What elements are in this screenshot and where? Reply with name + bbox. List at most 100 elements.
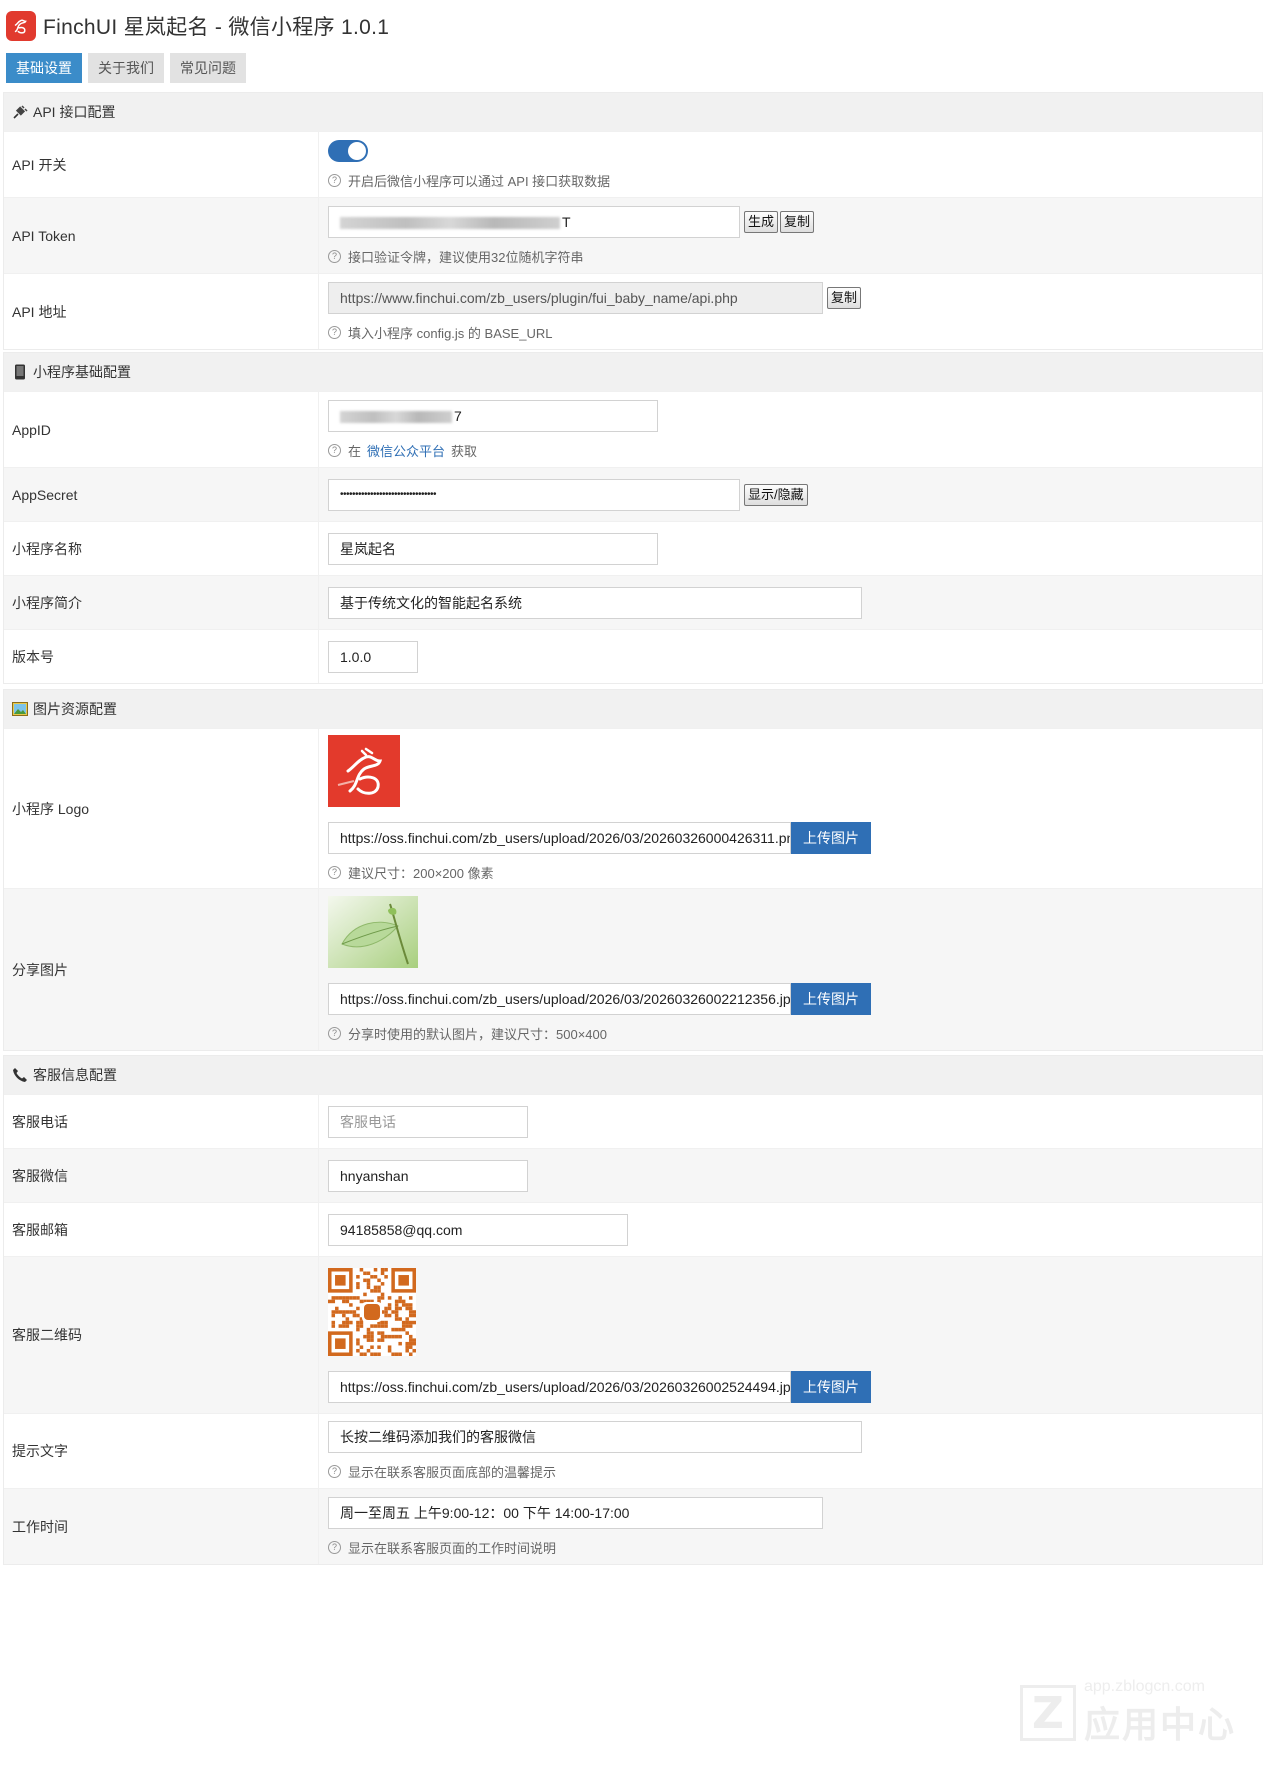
field-label: 版本号	[4, 630, 319, 683]
field-label: 分享图片	[4, 889, 319, 1050]
mp-name-row: 小程序名称 星岚起名	[4, 521, 1262, 575]
share-image-row: 分享图片 https://oss.finchui.com/zb_users/up…	[4, 888, 1262, 1050]
cs-hours-row: 工作时间 周一至周五 上午9:00-12：00 下午 14:00-17:00 ?…	[4, 1488, 1262, 1564]
watermark-site: app.zblogcn.com	[1083, 1678, 1205, 1695]
logo-url-input[interactable]: https://oss.finchui.com/zb_users/upload/…	[328, 822, 791, 854]
tab-bar: 基础设置 关于我们 常见问题	[6, 53, 246, 83]
field-label: 小程序名称	[4, 522, 319, 575]
mp-name-input[interactable]: 星岚起名	[328, 532, 658, 565]
api-url-row: API 地址 https://www.finchui.com/zb_users/…	[4, 273, 1262, 349]
appsecret-row: AppSecret ••••••••••••••••••••••••••••••…	[4, 467, 1262, 521]
cs-tip-input[interactable]: 长按二维码添加我们的客服微信	[328, 1421, 862, 1453]
appid-input[interactable]: 7	[328, 399, 658, 432]
field-hint: ? 显示在联系客服页面的工作时间说明	[328, 1538, 1262, 1557]
help-icon: ?	[328, 1540, 341, 1554]
show-hide-button[interactable]: 显示/隐藏	[744, 483, 808, 506]
field-label: 提示文字	[4, 1414, 319, 1488]
section-header: 图片资源配置	[4, 690, 1262, 728]
api-url-input[interactable]: https://www.finchui.com/zb_users/plugin/…	[328, 281, 823, 314]
field-label: AppSecret	[4, 468, 319, 521]
appid-row: AppID 7 ? 在微信公众平台 获取	[4, 391, 1262, 467]
api-token-row: API Token T 生成 复制 ? 接口验证令牌，建议使用32位随机字符串	[4, 197, 1262, 273]
cs-tip-row: 提示文字 长按二维码添加我们的客服微信 ? 显示在联系客服页面底部的温馨提示	[4, 1413, 1262, 1488]
field-label: API 地址	[4, 274, 319, 349]
field-hint: ? 建议尺寸：200×200 像素	[328, 863, 1262, 882]
cs-config-section: 客服信息配置 客服电话 客服电话 客服微信 hnyanshan 客服邮箱 941…	[3, 1055, 1263, 1565]
upload-share-button[interactable]: 上传图片	[791, 983, 871, 1015]
plug-icon	[11, 103, 29, 121]
field-hint: ? 接口验证令牌，建议使用32位随机字符串	[328, 247, 1262, 266]
cs-wechat-row: 客服微信 hnyanshan	[4, 1148, 1262, 1202]
mp-desc-row: 小程序简介 基于传统文化的智能起名系统	[4, 575, 1262, 629]
help-icon: ?	[328, 249, 341, 263]
cs-email-row: 客服邮箱 94185858@qq.com	[4, 1202, 1262, 1256]
qrcode-preview-image	[328, 1267, 1262, 1359]
cs-phone-row: 客服电话 客服电话	[4, 1094, 1262, 1148]
section-title: API 接口配置	[33, 104, 116, 120]
field-label: API Token	[4, 198, 319, 273]
title-bar: FinchUI 星岚起名 - 微信小程序 1.0.1	[6, 10, 389, 42]
cs-email-input[interactable]: 94185858@qq.com	[328, 1213, 628, 1246]
field-label: 客服电话	[4, 1095, 319, 1148]
api-switch-row: API 开关 ? 开启后微信小程序可以通过 API 接口获取数据	[4, 131, 1262, 197]
field-hint: ? 显示在联系客服页面底部的温馨提示	[328, 1462, 1262, 1481]
help-icon: ?	[328, 1027, 341, 1040]
picture-icon	[11, 700, 29, 718]
field-label: AppID	[4, 392, 319, 467]
cs-phone-input[interactable]: 客服电话	[328, 1105, 528, 1138]
section-header: 小程序基础配置	[4, 353, 1262, 391]
qrcode-url-input[interactable]: https://oss.finchui.com/zb_users/upload/…	[328, 1370, 791, 1403]
section-header: 客服信息配置	[4, 1056, 1262, 1094]
upload-logo-button[interactable]: 上传图片	[791, 822, 871, 854]
watermark: Z app.zblogcn.com 应用中心	[1019, 1678, 1236, 1748]
upload-qrcode-button[interactable]: 上传图片	[791, 1370, 871, 1403]
field-label: 客服邮箱	[4, 1203, 319, 1256]
field-label: 小程序 Logo	[4, 729, 319, 888]
field-label: 小程序简介	[4, 576, 319, 629]
help-icon: ?	[328, 443, 341, 457]
cs-hours-input[interactable]: 周一至周五 上午9:00-12：00 下午 14:00-17:00	[328, 1496, 823, 1529]
help-icon: ?	[328, 173, 341, 187]
field-label: 客服微信	[4, 1149, 319, 1202]
field-label: 工作时间	[4, 1489, 319, 1564]
api-config-section: API 接口配置 API 开关 ? 开启后微信小程序可以通过 API 接口获取数据…	[3, 92, 1263, 350]
cs-qrcode-row: 客服二维码 https://oss.finchui.com/zb_users/u…	[4, 1256, 1262, 1413]
wechat-platform-link[interactable]: 微信公众平台	[367, 441, 445, 460]
section-title: 客服信息配置	[33, 1067, 117, 1083]
section-header: API 接口配置	[4, 93, 1262, 131]
field-label: 客服二维码	[4, 1257, 319, 1413]
mp-desc-input[interactable]: 基于传统文化的智能起名系统	[328, 586, 862, 619]
help-icon: ?	[328, 1465, 341, 1478]
version-row: 版本号 1.0.0	[4, 629, 1262, 683]
share-url-input[interactable]: https://oss.finchui.com/zb_users/upload/…	[328, 983, 791, 1015]
page-title: FinchUI 星岚起名 - 微信小程序 1.0.1	[43, 16, 390, 39]
help-icon: ?	[328, 325, 341, 339]
phone-icon	[11, 363, 29, 381]
copy-url-button[interactable]: 复制	[827, 286, 862, 309]
version-input[interactable]: 1.0.0	[328, 640, 418, 673]
tab-about-us[interactable]: 关于我们	[88, 53, 164, 83]
copy-token-button[interactable]: 复制	[780, 210, 815, 233]
help-icon: ?	[328, 866, 341, 879]
tab-basic-settings[interactable]: 基础设置	[6, 53, 82, 83]
watermark-name: 应用中心	[1083, 1704, 1236, 1745]
api-switch-toggle[interactable]	[328, 139, 368, 162]
tab-faq[interactable]: 常见问题	[170, 53, 246, 83]
image-config-section: 图片资源配置 小程序 Logo https://oss.finchui.com/…	[3, 689, 1263, 1051]
generate-token-button[interactable]: 生成	[744, 210, 779, 233]
mp-config-section: 小程序基础配置 AppID 7 ? 在微信公众平台 获取 AppSecret •••…	[3, 352, 1263, 684]
field-hint: ? 填入小程序 config.js 的 BASE_URL	[328, 323, 1262, 342]
section-title: 小程序基础配置	[33, 364, 131, 380]
field-hint: ? 分享时使用的默认图片，建议尺寸：500×400	[328, 1024, 1262, 1043]
appsecret-input[interactable]: ••••••••••••••••••••••••••••••••	[328, 478, 740, 511]
field-label: API 开关	[4, 132, 319, 197]
watermark-logo-icon: Z	[1019, 1685, 1076, 1741]
section-title: 图片资源配置	[33, 701, 117, 717]
cs-wechat-input[interactable]: hnyanshan	[328, 1159, 528, 1192]
telephone-icon	[11, 1066, 29, 1084]
share-preview-image	[328, 896, 1262, 971]
field-hint: ? 在微信公众平台 获取	[328, 441, 1262, 460]
app-logo-icon	[6, 11, 36, 41]
api-token-input[interactable]: T	[328, 205, 740, 238]
logo-preview-image	[328, 735, 1262, 810]
